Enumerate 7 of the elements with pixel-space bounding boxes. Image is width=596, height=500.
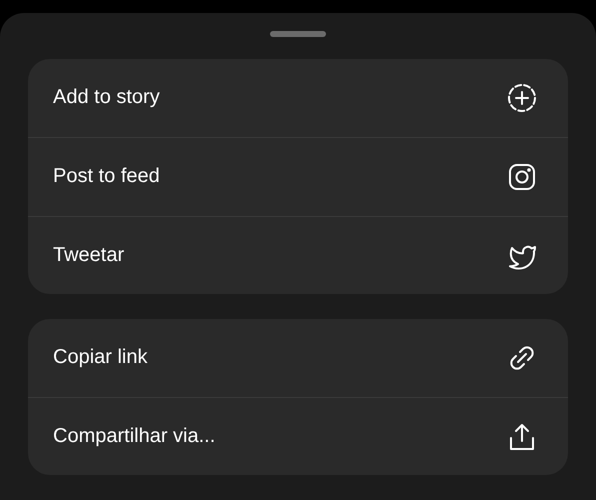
- menu-item[interactable]: Copiar link: [28, 318, 568, 397]
- add-story-icon: [506, 82, 538, 114]
- drag-handle[interactable]: [270, 31, 326, 37]
- menu-item[interactable]: Post to feed: [28, 136, 568, 216]
- menu-item[interactable]: Add to story: [28, 58, 568, 137]
- menu-item[interactable]: Compartilhar via...: [28, 396, 568, 475]
- menu-item[interactable]: Tweetar: [28, 216, 568, 294]
